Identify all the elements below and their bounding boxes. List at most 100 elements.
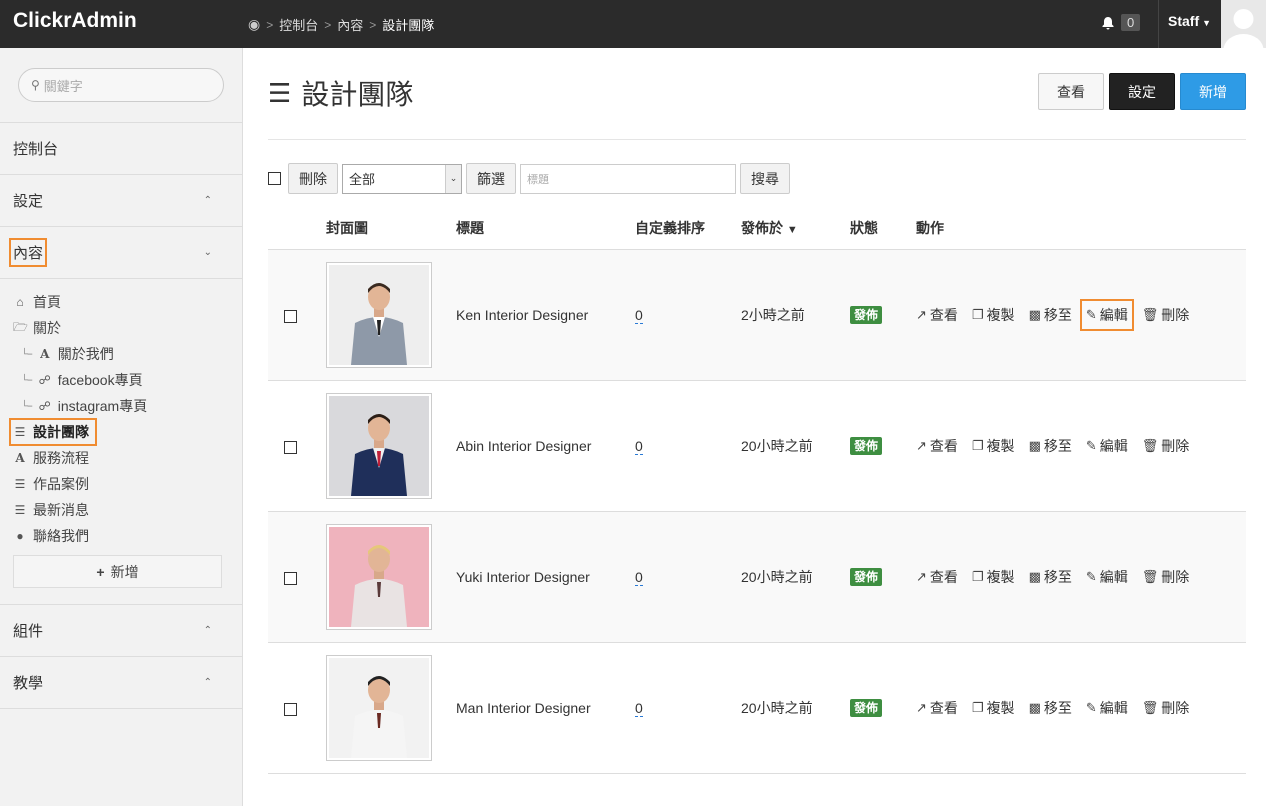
move-action[interactable]: ▩ 移至 [1029, 436, 1072, 456]
copy-action[interactable]: ❐ 複製 [972, 567, 1015, 587]
caret-down-icon: ▼ [1202, 18, 1212, 28]
view-action[interactable]: ↗ 查看 [916, 698, 958, 718]
notifications[interactable]: 0 [1101, 14, 1141, 31]
move-action-label: 移至 [1043, 306, 1072, 323]
sidebar-item-label: 關於我們 [57, 346, 114, 362]
clone-icon: ❐ [971, 699, 984, 715]
cover-image[interactable] [326, 392, 432, 499]
sidebar-item-news[interactable]: ☰ 最新消息 [13, 497, 229, 523]
sidebar-search-input[interactable]: ⚲ 關鍵字 [18, 68, 224, 102]
sidebar-item-portfolio[interactable]: ☰ 作品案例 [13, 471, 229, 497]
sidebar-section-settings[interactable]: 設定 ⌃ [0, 175, 242, 227]
cover-image[interactable] [326, 654, 432, 761]
search-button[interactable]: 搜尋 [740, 163, 790, 194]
row-title[interactable]: Ken Interior Designer [456, 307, 588, 323]
row-checkbox[interactable] [284, 440, 297, 454]
filter-button[interactable]: 篩選 [466, 163, 516, 194]
divider [268, 139, 1246, 140]
sidebar-item-design-team[interactable]: ☰ 設計團隊 [9, 418, 229, 446]
row-checkbox[interactable] [284, 571, 297, 585]
sidebar-item-facebook[interactable]: └-- ☍ facebook專頁 [13, 367, 229, 393]
breadcrumb-separator: > [369, 17, 377, 32]
row-title[interactable]: Yuki Interior Designer [456, 569, 590, 585]
sidebar-add-button[interactable]: + 新增 [13, 555, 222, 588]
sidebar-item-service-flow[interactable]: A 服務流程 [13, 445, 229, 471]
row-order[interactable]: 0 [635, 699, 643, 717]
sidebar-section-tutorial[interactable]: 教學 ⌃ [0, 657, 242, 709]
copy-action-label: 複製 [986, 306, 1015, 323]
row-order[interactable]: 0 [635, 306, 643, 324]
delete-action[interactable]: 🗑 刪除 [1142, 305, 1190, 325]
edit-action[interactable]: ✎ 編輯 [1079, 298, 1134, 331]
edit-action-label: 編輯 [1099, 568, 1128, 585]
delete-action[interactable]: 🗑 刪除 [1142, 436, 1190, 456]
sidebar-item-about-us[interactable]: └-- A 關於我們 [13, 341, 229, 367]
select-all-checkbox[interactable] [268, 172, 281, 185]
brand-logo[interactable]: ClickrAdmin [13, 9, 137, 33]
view-button[interactable]: 查看 [1038, 73, 1104, 110]
move-action[interactable]: ▩ 移至 [1029, 698, 1072, 718]
row-published: 2小時之前 [741, 306, 805, 323]
bulk-delete-button[interactable]: 刪除 [288, 163, 338, 194]
list-icon: ☰ [14, 503, 26, 517]
delete-action[interactable]: 🗑 刪除 [1142, 698, 1190, 718]
copy-action[interactable]: ❐ 複製 [972, 698, 1015, 718]
sidebar: ⚲ 關鍵字 控制台 設定 ⌃ 內容 ⌄ ⌂ 首頁 🗁 關於 └-- A 關於我們… [0, 48, 243, 806]
bulk-toolbar: 刪除 全部 ⌄ 篩選 標題 搜尋 [268, 163, 790, 194]
avatar[interactable] [1221, 0, 1266, 48]
copy-action[interactable]: ❐ 複製 [972, 305, 1015, 325]
view-action[interactable]: ↗ 查看 [916, 305, 958, 325]
trash-icon: 🗑 [1141, 568, 1159, 584]
sidebar-section-dashboard[interactable]: 控制台 [0, 123, 242, 175]
sidebar-item-home[interactable]: ⌂ 首頁 [13, 289, 229, 315]
breadcrumb-dashboard[interactable]: 控制台 [279, 15, 318, 34]
edit-action[interactable]: ✎ 編輯 [1086, 567, 1128, 587]
col-published[interactable]: 發佈於 ▼ [741, 208, 850, 250]
cover-image[interactable] [326, 261, 432, 368]
settings-button[interactable]: 設定 [1109, 73, 1175, 110]
delete-action-label: 刪除 [1161, 699, 1190, 716]
sidebar-section-label: 教學 [13, 675, 44, 692]
delete-action[interactable]: 🗑 刪除 [1142, 567, 1190, 587]
dashboard-icon[interactable]: ◉ [248, 16, 260, 33]
sidebar-item-label: 作品案例 [33, 476, 89, 492]
move-action-label: 移至 [1043, 568, 1072, 585]
move-action[interactable]: ▩ 移至 [1029, 305, 1072, 325]
keyword-search-input[interactable]: 標題 [520, 163, 736, 194]
sidebar-item-label: 聯絡我們 [33, 528, 89, 544]
sidebar-item-instagram[interactable]: └-- ☍ instagram專頁 [13, 393, 229, 419]
status-badge: 發佈 [850, 437, 883, 455]
table-row: Yuki Interior Designer 0 20小時之前 發佈 ↗ 查看 ❐… [268, 511, 1246, 643]
breadcrumb-current: 設計團隊 [382, 18, 435, 33]
view-action[interactable]: ↗ 查看 [916, 436, 958, 456]
sidebar-section-components[interactable]: 組件 ⌃ [0, 605, 242, 657]
status-filter-select[interactable]: 全部 ⌄ [342, 163, 462, 194]
sidebar-item-about[interactable]: 🗁 關於 [13, 315, 229, 341]
user-menu-toggle[interactable]: Staff ▼ [1158, 0, 1221, 48]
row-title[interactable]: Man Interior Designer [456, 700, 591, 716]
paste-icon: ▩ [1028, 568, 1041, 584]
row-published: 20小時之前 [741, 699, 813, 716]
row-title[interactable]: Abin Interior Designer [456, 438, 591, 454]
copy-action-label: 複製 [986, 568, 1015, 585]
row-order[interactable]: 0 [635, 437, 643, 455]
sidebar-item-contact[interactable]: ● 聯絡我們 [13, 523, 229, 549]
breadcrumb-content[interactable]: 內容 [337, 15, 363, 34]
copy-action-label: 複製 [986, 437, 1015, 454]
table-row: Man Interior Designer 0 20小時之前 發佈 ↗ 查看 ❐ 複… [268, 642, 1246, 774]
clone-icon: ❐ [971, 437, 984, 453]
paste-icon: ▩ [1028, 306, 1041, 322]
copy-action[interactable]: ❐ 複製 [972, 436, 1015, 456]
list-icon: ☰ [14, 477, 26, 491]
row-order[interactable]: 0 [635, 568, 643, 586]
sidebar-section-content[interactable]: 內容 ⌄ [0, 227, 242, 279]
row-checkbox[interactable] [284, 702, 297, 716]
keyword-placeholder: 標題 [527, 173, 549, 186]
edit-action[interactable]: ✎ 編輯 [1086, 698, 1128, 718]
view-action[interactable]: ↗ 查看 [916, 567, 958, 587]
add-button[interactable]: 新增 [1180, 73, 1246, 110]
row-checkbox[interactable] [284, 309, 297, 323]
move-action[interactable]: ▩ 移至 [1029, 567, 1072, 587]
cover-image[interactable] [326, 523, 432, 630]
edit-action[interactable]: ✎ 編輯 [1086, 436, 1128, 456]
